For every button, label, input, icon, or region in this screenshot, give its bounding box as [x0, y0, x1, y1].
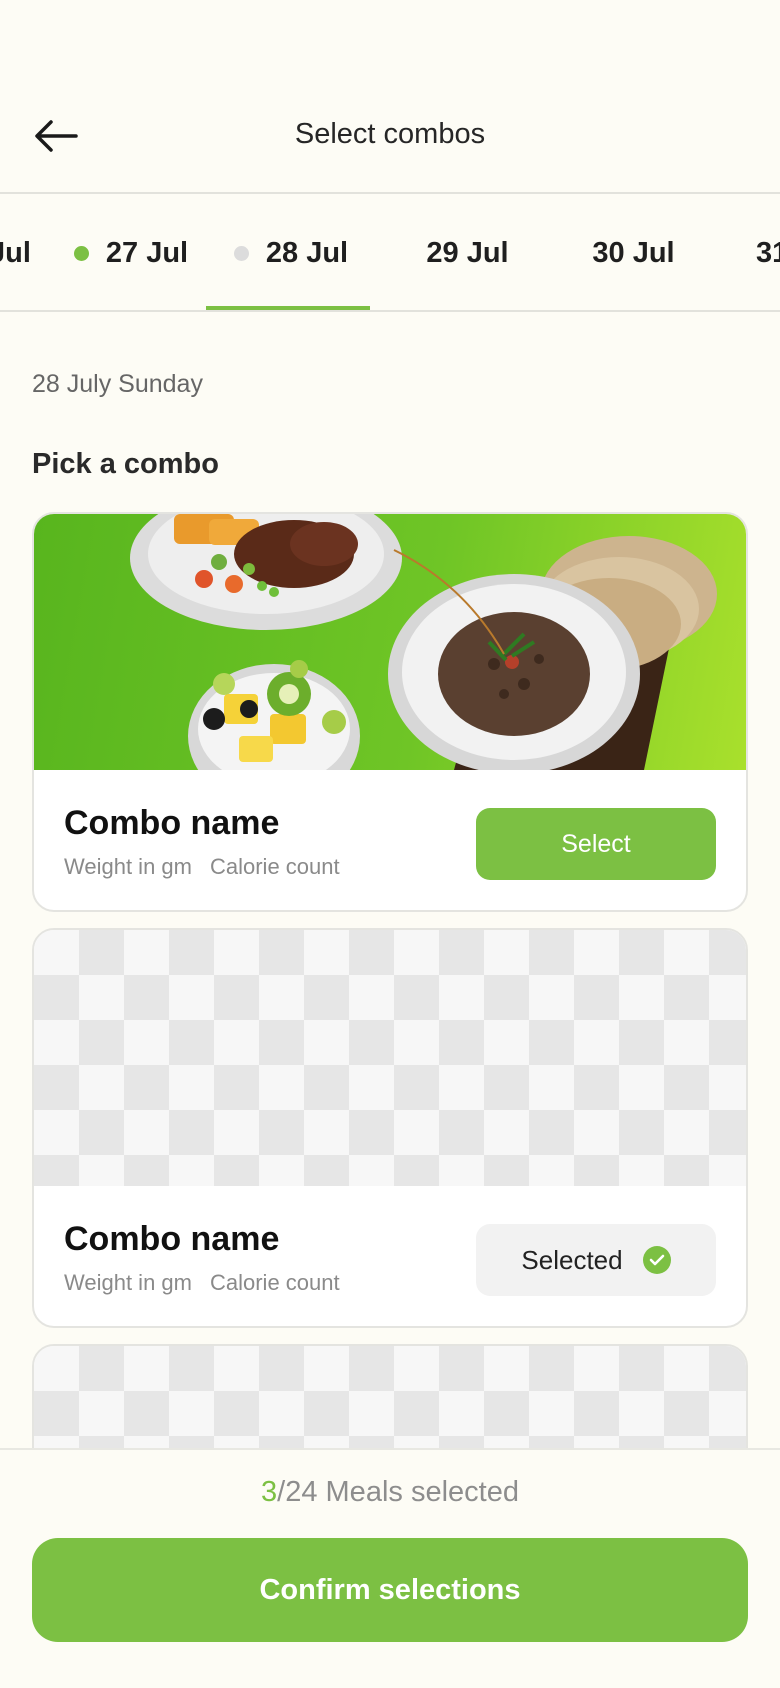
- tab-label: Jul: [0, 236, 31, 269]
- active-tab-indicator: [206, 306, 370, 310]
- tab-label: 27 Jul: [105, 236, 189, 269]
- tab-label: 30 Jul: [592, 236, 675, 269]
- combo-info: Combo name Weight in gm Calorie count Sel…: [34, 1186, 746, 1326]
- status-dot: [233, 245, 249, 261]
- select-button[interactable]: Select: [476, 808, 716, 880]
- tab-label: 31: [756, 236, 780, 269]
- bottom-bar: 3/24 Meals selected Confirm selections: [0, 1448, 780, 1688]
- combo-image: [34, 514, 746, 770]
- food-illustration: [130, 514, 717, 770]
- page-title: Select combos: [294, 118, 486, 150]
- combo-name: Combo name: [64, 804, 280, 842]
- combo-info: Combo name Weight in gm Calorie count Sel…: [34, 770, 746, 910]
- tab-label: 29 Jul: [426, 236, 509, 269]
- combo-calories: Calorie count: [209, 1270, 340, 1295]
- total-meals-text: /24 Meals selected: [277, 1476, 519, 1508]
- meals-selected-count: 3/24 Meals selected: [0, 1476, 780, 1509]
- combo-card: Combo name Weight in gm Calorie count Sel…: [32, 928, 748, 1328]
- confirm-button-label: Confirm selections: [259, 1573, 521, 1606]
- combo-weight: Weight in gm: [64, 854, 192, 879]
- select-button-label: Select: [561, 829, 631, 858]
- combo-name: Combo name: [64, 1220, 280, 1258]
- selected-button-label: Selected: [521, 1244, 623, 1275]
- tab-date-28[interactable]: 28 Jul: [226, 194, 356, 310]
- combo-weight: Weight in gm: [64, 1270, 192, 1295]
- combo-calories: Calorie count: [209, 854, 340, 879]
- combo-image-placeholder: [34, 930, 746, 1186]
- tab-date-29[interactable]: 29 Jul: [400, 194, 535, 310]
- tab-date-27[interactable]: 27 Jul: [66, 194, 196, 310]
- tab-date-26[interactable]: Jul: [0, 194, 31, 310]
- selected-button[interactable]: Selected: [476, 1224, 716, 1296]
- selected-day-label: 28 July Sunday: [32, 370, 203, 398]
- combo-meta: Weight in gm Calorie count: [64, 1270, 340, 1296]
- tab-date-30[interactable]: 30 Jul: [566, 194, 701, 310]
- status-dot: [73, 245, 89, 261]
- check-circle-icon: [642, 1246, 671, 1274]
- tab-date-31[interactable]: 31: [756, 194, 780, 310]
- confirm-selections-button[interactable]: Confirm selections: [32, 1538, 748, 1642]
- selected-count: 3: [261, 1476, 278, 1508]
- tab-label: 28 Jul: [265, 236, 349, 269]
- section-title: Pick a combo: [32, 448, 219, 480]
- app-header: Select combos: [0, 0, 780, 194]
- combo-meta: Weight in gm Calorie count: [64, 854, 340, 880]
- combo-card: Combo name Weight in gm Calorie count Sel…: [32, 512, 748, 912]
- date-tab-bar: Jul 27 Jul 28 Jul 29 Jul 30 Jul 31: [0, 194, 780, 312]
